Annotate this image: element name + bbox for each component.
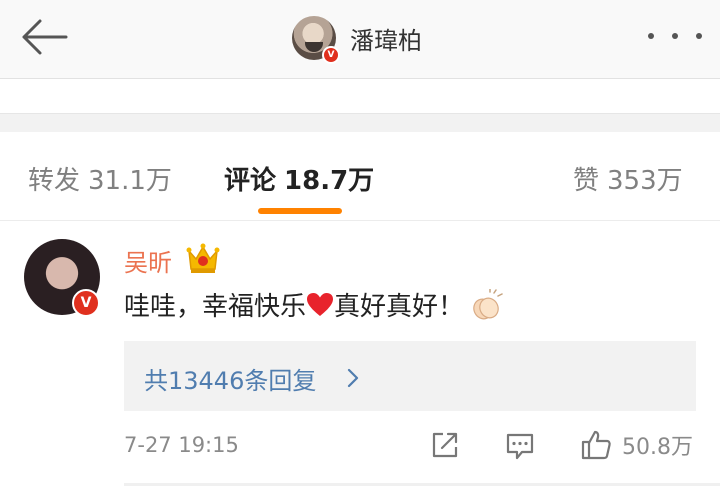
author-avatar[interactable]: V [292, 16, 340, 64]
tab-repost-label: 转发 [28, 166, 81, 196]
comment-text-part2: 真好真好！ [334, 292, 465, 322]
comment-icon[interactable] [505, 431, 535, 461]
tab-likes-count: 353万 [607, 166, 683, 196]
back-arrow-icon [22, 19, 68, 55]
tab-likes-label: 赞 [573, 166, 600, 196]
comment-text: 哇哇，幸福快乐 真好真好！ [124, 286, 504, 323]
verified-badge-icon: V [72, 289, 100, 317]
active-tab-indicator [258, 208, 342, 214]
tab-likes[interactable]: 赞 353万 [573, 160, 683, 197]
comment-divider [124, 483, 720, 486]
comment-text-part1: 哇哇，幸福快乐 [124, 292, 307, 322]
post-content-area [0, 79, 720, 113]
more-button[interactable] [648, 26, 702, 46]
verified-badge-icon: V [322, 46, 340, 64]
replies-link[interactable]: 共13446条回复 [124, 341, 696, 411]
top-nav-bar: V 潘瑋柏 [0, 0, 720, 79]
interaction-tabs: 转发 31.1万 评论 18.7万 赞 353万 [0, 132, 720, 221]
replies-count-label: 共13446条回复 [144, 367, 317, 395]
avatar-detail [305, 42, 323, 52]
more-dot-icon [648, 33, 654, 39]
comment-item: V 吴昕 哇哇，幸福快乐 真好真好！ 共13446条回复 7-27 19:15 5… [0, 221, 720, 491]
share-icon[interactable] [430, 430, 460, 460]
tab-repost[interactable]: 转发 31.1万 [28, 160, 172, 197]
more-dot-icon [696, 33, 702, 39]
section-divider [0, 113, 720, 133]
like-button[interactable]: 50.8万 [580, 428, 693, 462]
tab-comments[interactable]: 评论 18.7万 [224, 160, 374, 197]
tab-comments-count: 18.7万 [284, 166, 375, 196]
thumbs-up-icon [581, 430, 611, 460]
more-dot-icon [672, 33, 678, 39]
chevron-right-icon [347, 368, 359, 388]
commenter-name[interactable]: 吴昕 [124, 243, 172, 278]
commenter-avatar[interactable]: V [24, 239, 100, 317]
clap-icon [473, 289, 503, 320]
like-count: 50.8万 [622, 435, 693, 460]
back-button[interactable] [16, 17, 72, 57]
post-author-header[interactable]: V 潘瑋柏 [292, 12, 422, 64]
comment-timestamp: 7-27 19:15 [124, 433, 239, 457]
heart-icon [307, 293, 334, 316]
tab-comments-label: 评论 [224, 166, 277, 196]
tab-repost-count: 31.1万 [88, 166, 172, 196]
author-name[interactable]: 潘瑋柏 [350, 21, 422, 56]
crown-icon [186, 243, 220, 273]
